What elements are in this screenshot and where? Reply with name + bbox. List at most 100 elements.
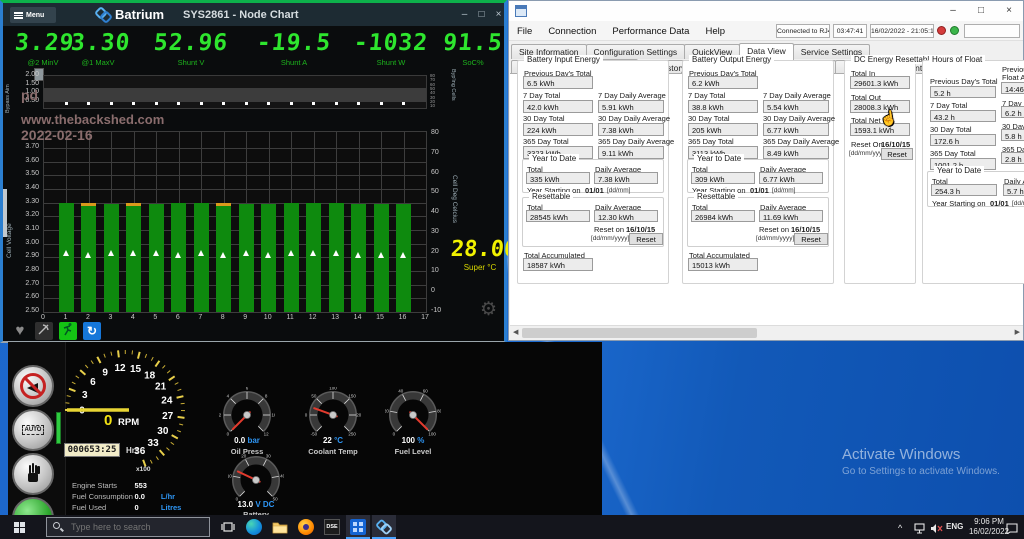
cell-voltage-bar [329, 203, 344, 312]
x-tick-label: 6 [172, 314, 184, 321]
field-value[interactable]: 12.30 kWh [594, 210, 658, 222]
menu-item[interactable]: Performance Data [604, 22, 697, 37]
menu-item[interactable]: Connection [540, 22, 604, 37]
stop-led-icon[interactable] [937, 26, 946, 35]
field-value[interactable]: 205 kWh [688, 123, 758, 136]
stat-row: Fuel Consumption 0.0 L/hr [72, 486, 202, 497]
maximize-button[interactable]: □ [475, 8, 488, 21]
field-value[interactable]: 5.54 kWh [763, 100, 829, 113]
scroll-left-icon[interactable]: ◀ [513, 328, 518, 336]
field-value[interactable]: 5.91 kWh [598, 100, 664, 113]
tray-language[interactable]: ENG [946, 522, 963, 531]
field-value[interactable]: 43.2 h [930, 110, 996, 122]
field-value[interactable]: 14:46 [1001, 82, 1024, 94]
dashboard-app-icon[interactable] [350, 519, 366, 535]
field-value[interactable]: 172.6 h [930, 134, 996, 146]
y2-tick-label: 60 [431, 169, 449, 176]
dse-titlebar[interactable]: – □ × [509, 1, 1023, 21]
batrium-logo-icon [95, 7, 112, 23]
bypass-dot [357, 102, 360, 105]
dse-app-taskbar-icon[interactable]: DSE [324, 519, 340, 535]
field-value[interactable]: 254.3 h [931, 184, 997, 196]
y-tick-label: 3.10 [17, 225, 39, 232]
volume-muted-icon[interactable] [930, 521, 946, 537]
field-value[interactable]: 7.38 kWh [598, 123, 664, 136]
stop-hand-button[interactable] [12, 453, 54, 495]
menu-button[interactable]: Menu [10, 7, 56, 23]
field-value[interactable]: 9.11 kWh [598, 146, 664, 159]
svg-text:250: 250 [348, 432, 356, 437]
start-button[interactable] [12, 497, 54, 515]
field-value[interactable]: 5.7 h [1003, 184, 1024, 196]
field-value[interactable]: 6.2 kWh [688, 76, 758, 89]
firefox-icon[interactable] [298, 519, 314, 535]
hamburger-icon [14, 12, 23, 19]
field-value[interactable]: 28545 kWh [526, 210, 590, 222]
field-value[interactable]: 7.38 kWh [594, 172, 658, 184]
field-value[interactable]: 335 kWh [526, 172, 590, 184]
scrollbar-thumb[interactable] [522, 328, 757, 338]
cell-temp-marker [153, 250, 159, 256]
x-tick-label: 15 [374, 314, 386, 321]
field-value[interactable]: 6.5 kWh [523, 76, 593, 89]
batrium-taskbar-icon[interactable] [376, 519, 392, 535]
dse-minimize-button[interactable]: – [939, 1, 967, 21]
field-value[interactable]: 6.2 h [1001, 106, 1024, 118]
dse-maximize-button[interactable]: □ [967, 1, 995, 21]
field-value[interactable]: 309 kWh [691, 172, 755, 184]
search-input[interactable] [46, 517, 210, 537]
field-value[interactable]: 29601.3 kWh [850, 76, 910, 89]
field-value[interactable]: 6.77 kWh [759, 172, 823, 184]
horn-mute-button[interactable] [12, 365, 54, 407]
batrium-titlebar[interactable]: Menu Batrium SYS2861 - Node Chart – □ × [3, 3, 504, 26]
auto-mode-button[interactable]: AUTO [12, 409, 54, 451]
gridline-h [44, 312, 426, 313]
reset-button[interactable]: Reset [629, 233, 663, 245]
x-tick-label: 2 [82, 314, 94, 321]
field-value[interactable]: 5.2 h [930, 86, 996, 98]
network-icon[interactable] [914, 521, 930, 537]
field-value[interactable]: 11.69 kWh [759, 210, 823, 222]
notification-center-icon[interactable] [1006, 521, 1022, 537]
bypass-dot [65, 102, 68, 105]
stat-label: Fuel Used [72, 503, 130, 512]
field-value[interactable]: 26984 kWh [691, 210, 755, 222]
menu-item[interactable]: File [509, 22, 540, 37]
field-value[interactable]: 42.0 kWh [523, 100, 593, 113]
menu-item[interactable]: Help [697, 22, 733, 37]
field-value[interactable]: 8.49 kWh [763, 146, 829, 159]
minimize-button[interactable]: – [458, 8, 471, 21]
run-led-icon[interactable] [950, 26, 959, 35]
field-value[interactable]: 15013 kWh [688, 258, 758, 271]
resettable-subgroup: Resettable Total 28545 kWh Daily Average… [522, 197, 664, 247]
task-view-icon[interactable] [220, 519, 236, 535]
field-value[interactable]: 5.8 h [1001, 129, 1024, 141]
heart-icon[interactable]: ♥ [11, 322, 29, 340]
field-value[interactable]: 224 kWh [523, 123, 593, 136]
sync-icon[interactable]: ↻ [83, 322, 101, 340]
group-battery-input: Battery Input Energy Previous Day's Tota… [517, 60, 669, 284]
file-explorer-icon[interactable] [272, 519, 288, 535]
horizontal-scrollbar[interactable]: ◀ ▶ [510, 325, 1023, 339]
reset-button[interactable]: Reset [881, 148, 913, 160]
hours-unit: Hrs [126, 446, 139, 455]
cell-temp-marker [243, 250, 249, 256]
node-signal-icon[interactable] [35, 322, 53, 340]
bypass-run-icon[interactable] [59, 322, 77, 340]
field-value[interactable]: 38.8 kWh [688, 100, 758, 113]
start-button[interactable] [14, 522, 25, 533]
cell-temp-marker [108, 250, 114, 256]
watermark-pd: pd [21, 87, 38, 103]
field-value[interactable]: 18587 kWh [523, 258, 593, 271]
dse-close-button[interactable]: × [995, 1, 1023, 21]
field-value[interactable]: 2.8 h [1001, 152, 1024, 164]
gear-icon[interactable]: ⚙ [480, 298, 497, 321]
field-value[interactable]: 6.77 kWh [763, 123, 829, 136]
scroll-right-icon[interactable]: ▶ [1015, 328, 1020, 336]
tray-chevron-icon[interactable]: ^ [898, 523, 902, 533]
left-scroll-handle[interactable] [3, 189, 7, 237]
reset-button[interactable]: Reset [794, 233, 828, 245]
edge-icon[interactable] [246, 519, 262, 535]
close-button[interactable]: × [492, 8, 505, 21]
engine-stats: Engine Starts 553 Fuel Consumption 0.0 L… [72, 475, 202, 508]
